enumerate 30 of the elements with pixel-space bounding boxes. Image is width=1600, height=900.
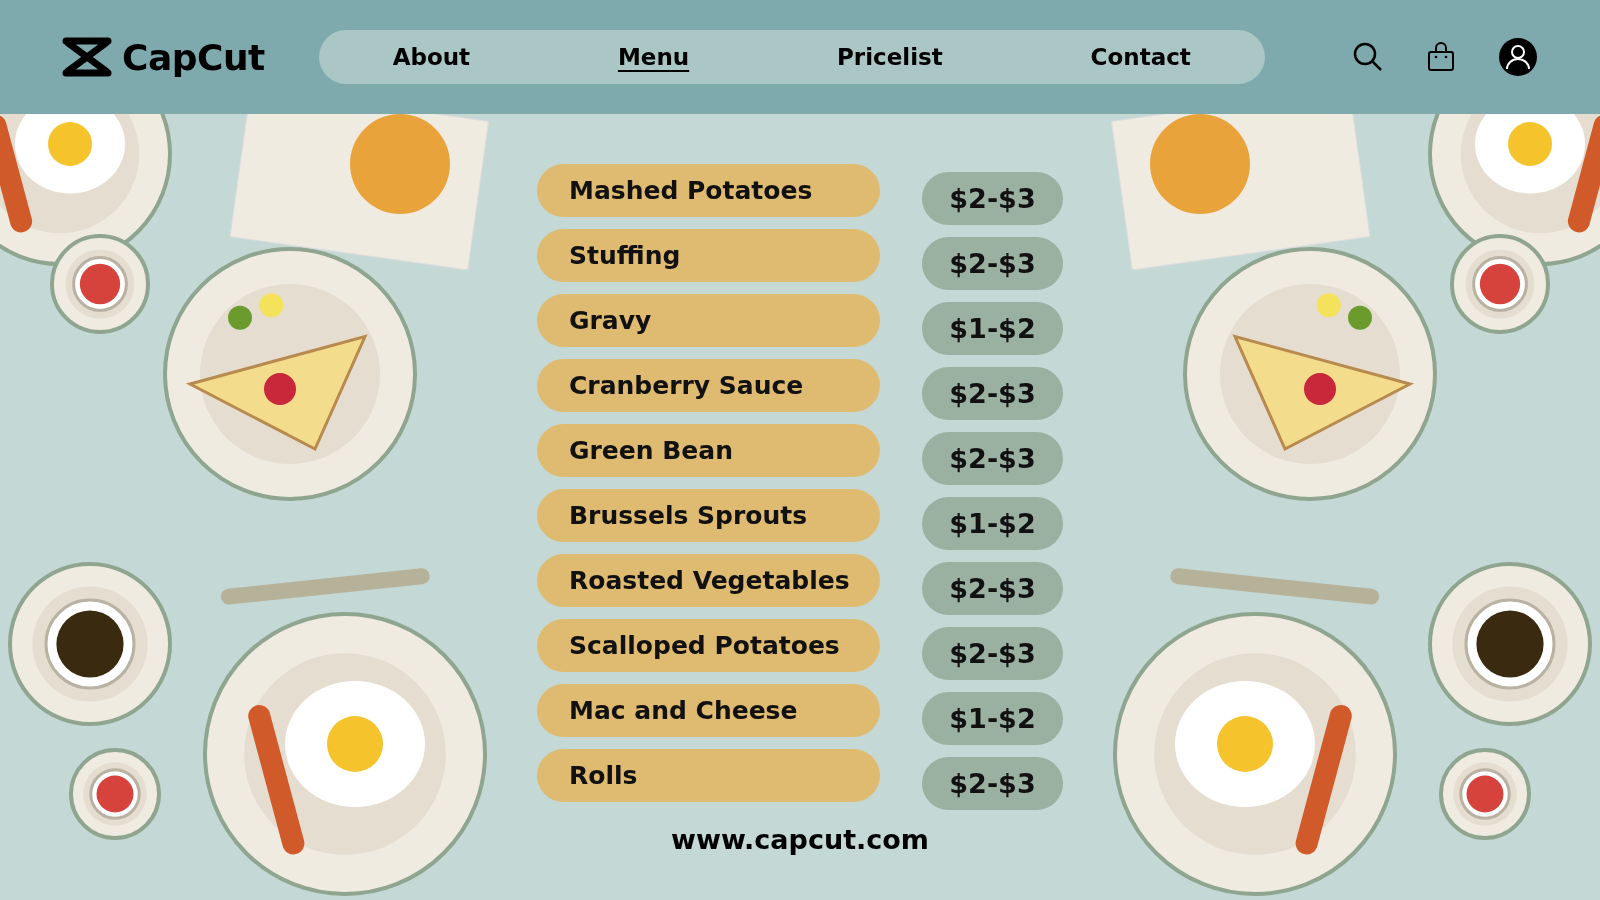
dish-name: Stuffing — [537, 229, 880, 282]
dish-name: Green Bean — [537, 424, 880, 477]
nav-link[interactable]: Menu — [617, 44, 690, 70]
price-tag: $2-$3 — [922, 172, 1063, 225]
shopping-bag-icon[interactable] — [1426, 42, 1455, 72]
dish-name: Scalloped Potatoes — [537, 619, 880, 672]
dish-name: Gravy — [537, 294, 880, 347]
price-tag: $2-$3 — [922, 432, 1063, 485]
website-url: www.capcut.com — [671, 824, 929, 855]
price-tag: $2-$3 — [922, 367, 1063, 420]
brand-name: CapCut — [122, 36, 265, 78]
dish-name: Mashed Potatoes — [537, 164, 880, 217]
price-tag: $2-$3 — [922, 237, 1063, 290]
dish-name: Mac and Cheese — [537, 684, 880, 737]
dish-name: Cranberry Sauce — [537, 359, 880, 412]
price-tag: $2-$3 — [922, 562, 1063, 615]
price-tag: $1-$2 — [922, 497, 1063, 550]
search-icon[interactable] — [1352, 42, 1383, 72]
nav-link[interactable]: Pricelist — [837, 44, 943, 70]
price-tag: $1-$2 — [922, 692, 1063, 745]
nav-link[interactable]: Contact — [1090, 44, 1191, 70]
price-tag: $2-$3 — [922, 627, 1063, 680]
price-tag: $2-$3 — [922, 757, 1063, 810]
dish-name: Rolls — [537, 749, 880, 802]
dish-name: Brussels Sprouts — [537, 489, 880, 542]
price-tag: $1-$2 — [922, 302, 1063, 355]
dish-name: Roasted Vegetables — [537, 554, 880, 607]
nav-link[interactable]: About — [392, 44, 471, 70]
logo-icon — [62, 37, 112, 77]
user-account-icon[interactable] — [1498, 38, 1537, 76]
